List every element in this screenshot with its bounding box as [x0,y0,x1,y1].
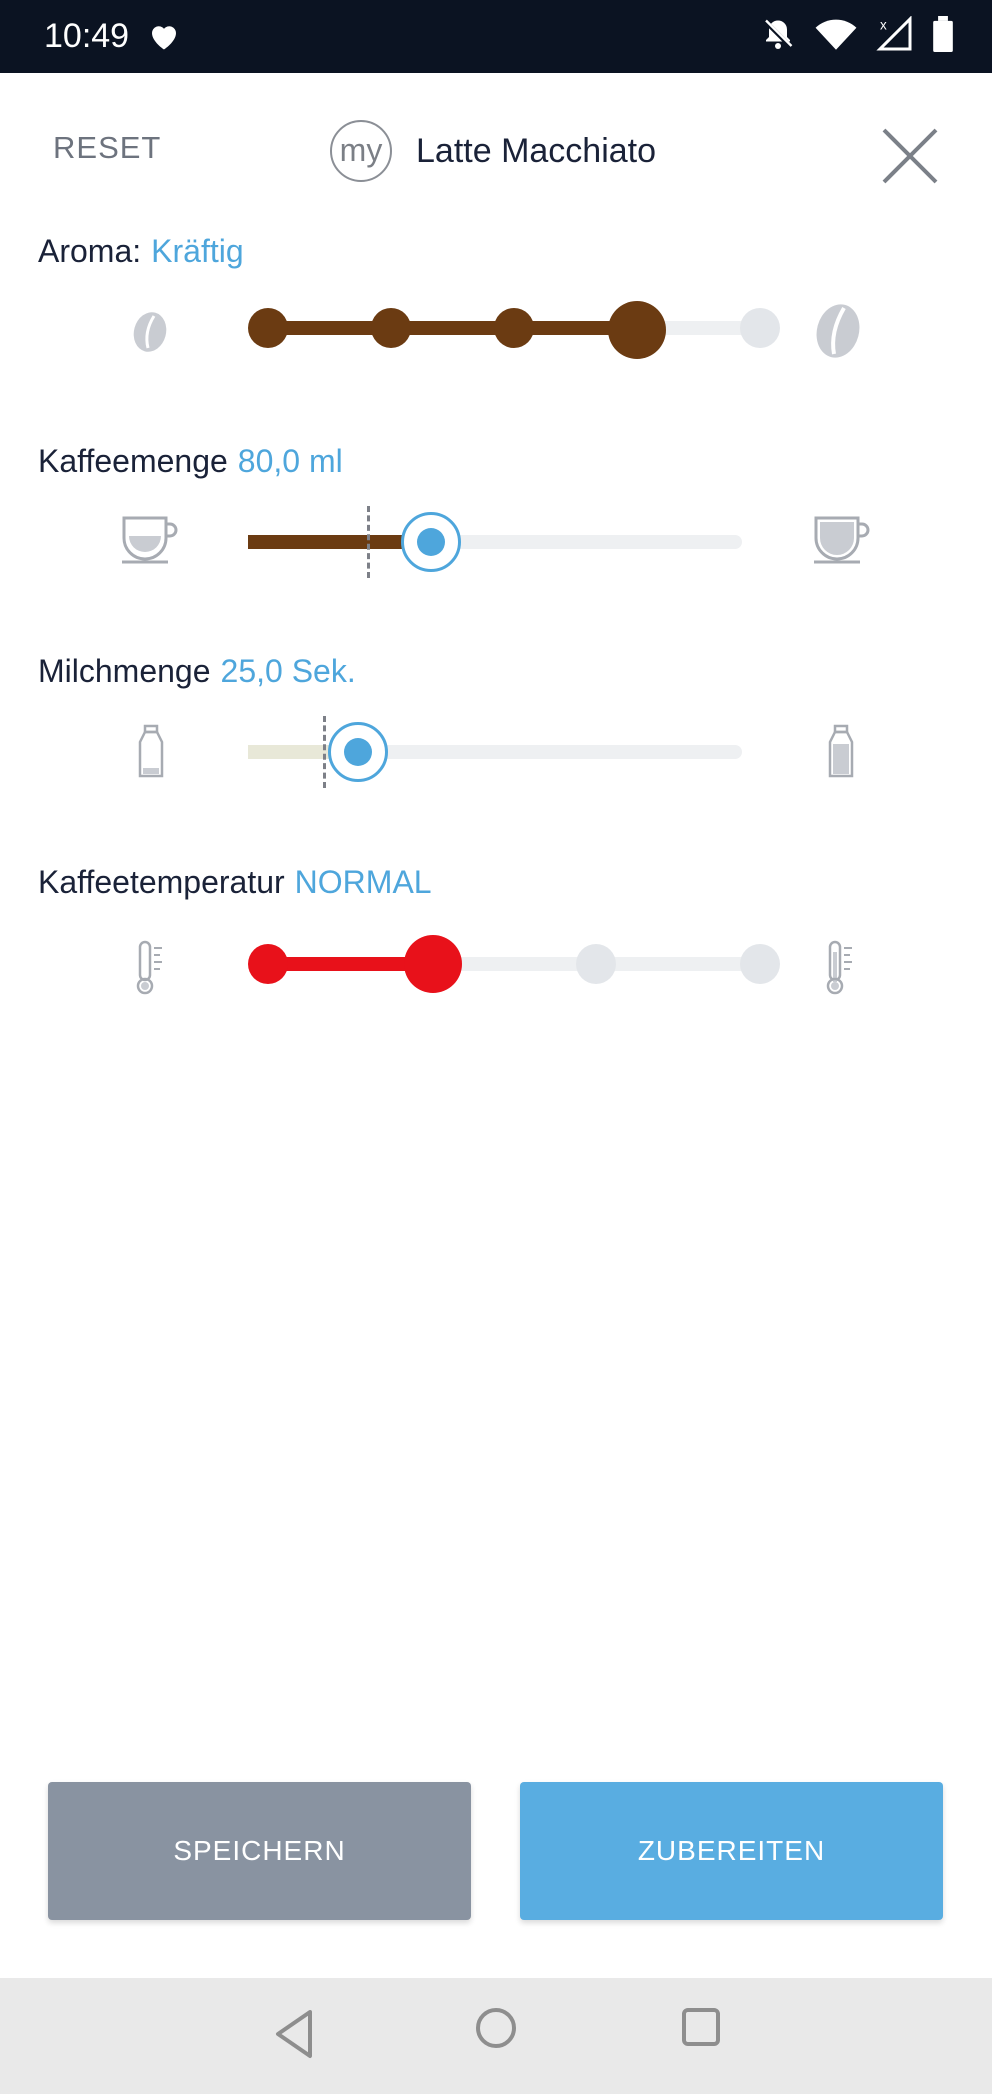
coffee-amount-label: Kaffeemenge 80,0 ml [38,443,343,480]
thermometer-high-icon [826,940,852,995]
wifi-icon [815,19,857,50]
milk-amount-value: 25,0 Sek. [220,653,356,689]
aroma-step-4-selected[interactable] [608,301,666,359]
save-button[interactable]: SPEICHERN [48,1782,471,1920]
aroma-value: Kräftig [151,233,244,269]
status-icons: x [760,16,954,52]
home-icon[interactable] [474,2006,518,2050]
page-title: Latte Macchiato [416,132,657,170]
status-bar: 10:49 x [0,0,992,73]
temperature-step-2-selected[interactable] [404,935,462,993]
milk-bottle-small-icon [138,724,164,778]
temperature-label: Kaffeetemperatur NORMAL [38,864,432,901]
heart-icon [152,26,176,50]
aroma-label-text: Aroma: [38,233,142,269]
status-time: 10:49 [44,17,130,55]
close-icon[interactable] [878,124,942,188]
coffee-amount-default-marker [367,506,370,578]
temperature-step-4[interactable] [740,944,780,984]
thermometer-low-icon [136,940,162,995]
notifications-off-icon [762,18,794,50]
my-badge: my [330,120,392,182]
temperature-value: NORMAL [294,864,432,900]
temperature-label-text: Kaffeetemperatur [38,864,285,900]
aroma-fill [268,321,638,335]
reset-button[interactable]: RESET [53,130,161,166]
recent-apps-icon[interactable] [680,2006,722,2048]
aroma-step-3[interactable] [494,308,534,348]
temperature-step-3[interactable] [576,944,616,984]
coffee-amount-label-text: Kaffeemenge [38,443,228,479]
coffee-bean-strong-icon [816,304,860,358]
coffee-amount-value: 80,0 ml [237,443,343,479]
aroma-step-2[interactable] [371,308,411,348]
brew-button[interactable]: ZUBEREITEN [520,1782,943,1920]
back-icon[interactable] [270,2006,320,2062]
cup-large-icon [814,516,870,564]
temperature-step-1[interactable] [248,944,288,984]
svg-text:x: x [880,18,887,33]
aroma-step-5[interactable] [740,308,780,348]
navigation-bar [0,1978,992,2094]
cup-small-icon [122,516,178,564]
coffee-bean-light-icon [133,312,167,352]
coffee-amount-handle[interactable] [401,512,461,572]
milk-amount-label-text: Milchmenge [38,653,211,689]
aroma-step-1[interactable] [248,308,288,348]
milk-amount-handle[interactable] [328,722,388,782]
milk-amount-label: Milchmenge 25,0 Sek. [38,653,356,690]
signal-icon: x [876,16,912,51]
milk-bottle-large-icon [828,724,854,778]
milk-amount-default-marker [323,716,326,788]
battery-icon [933,16,953,52]
aroma-label: Aroma: Kräftig [38,233,244,270]
